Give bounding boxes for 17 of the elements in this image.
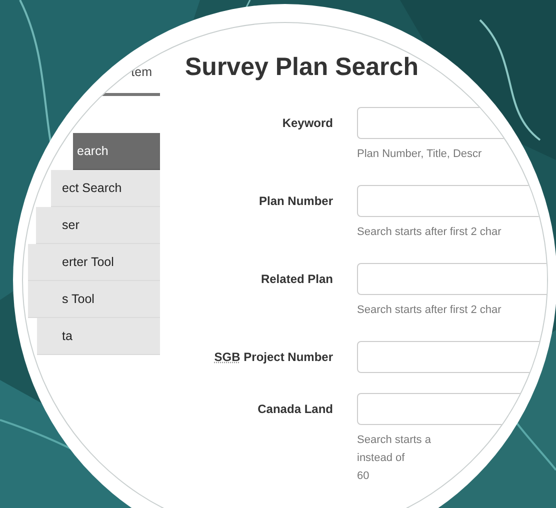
sidebar-item[interactable]: ser: [36, 207, 160, 244]
sidebar-item[interactable]: ta: [37, 318, 160, 355]
field-label: Related Plan: [260, 272, 333, 286]
help-text: Search starts after first 2 char: [357, 303, 502, 318]
field-label: Plan Number: [258, 194, 333, 208]
input-field[interactable]: [357, 263, 547, 295]
field-label: SGB Project Number: [213, 350, 333, 364]
sidebar-item[interactable]: earch: [73, 133, 160, 170]
page-title: Survey Plan Search: [185, 53, 420, 82]
sidebar-item[interactable]: erter Tool: [28, 244, 160, 281]
help-text: Search starts after first 2 char: [357, 225, 502, 240]
field-label: Keyword: [281, 116, 333, 130]
help-text: Search starts a instead of 60: [357, 433, 432, 484]
field-label: Canada Land: [256, 402, 333, 416]
sidebar-item[interactable]: s Tool: [28, 281, 160, 318]
help-text: Plan Number, Title, Descr: [357, 147, 483, 162]
sidebar-item[interactable]: ect Search: [51, 170, 160, 207]
